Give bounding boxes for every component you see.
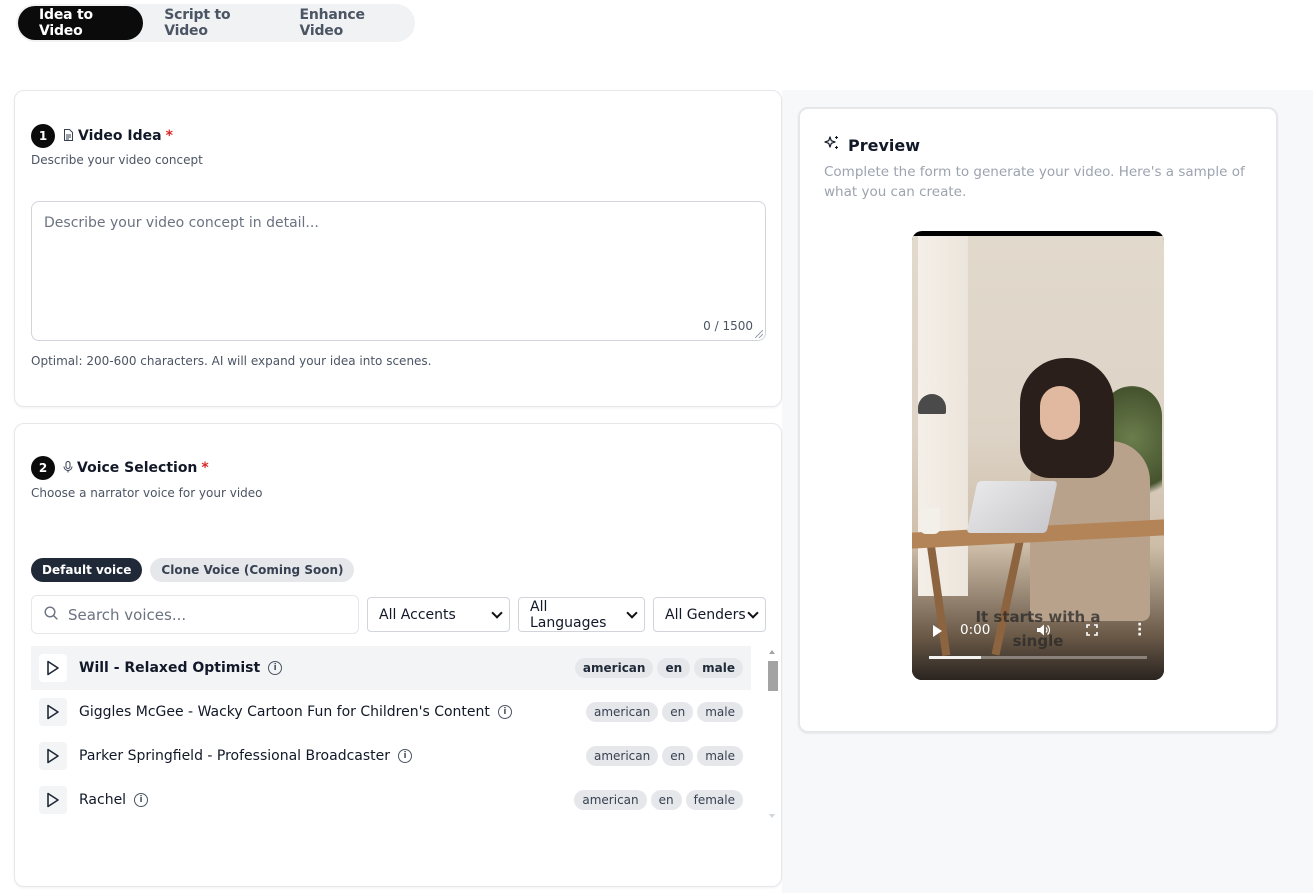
chevron-down-icon — [747, 606, 759, 619]
resize-handle[interactable] — [755, 330, 763, 338]
scroll-up-arrow-icon[interactable] — [769, 650, 775, 654]
voice-selection-header: 2 Voice Selection * — [31, 456, 209, 480]
play-icon — [47, 748, 59, 764]
search-placeholder: Search voices... — [68, 605, 187, 624]
textarea-placeholder: Describe your video concept in detail... — [44, 215, 319, 231]
gender-tag: male — [694, 658, 743, 678]
character-counter: 0 / 1500 — [703, 319, 753, 333]
video-idea-card: 1 Video Idea * Describe your video conce… — [14, 90, 782, 407]
voice-tags: american en female — [574, 790, 743, 810]
search-icon — [44, 605, 58, 624]
voice-name: Will - Relaxed Optimist — [79, 660, 261, 676]
voice-selection-card: 2 Voice Selection * Choose a narrator vo… — [14, 423, 782, 887]
language-filter-select[interactable]: All Languages — [518, 597, 645, 632]
voice-list-scrollbar[interactable] — [766, 646, 778, 822]
language-tag: en — [650, 790, 682, 810]
step-number: 2 — [31, 456, 55, 480]
scroll-down-arrow-icon[interactable] — [769, 814, 775, 818]
required-marker: * — [165, 128, 173, 144]
accent-filter-value: All Accents — [379, 606, 456, 623]
play-icon[interactable] — [933, 625, 942, 637]
preview-description: Complete the form to generate your video… — [824, 164, 1245, 200]
step-subtitle: Describe your video concept — [31, 153, 203, 167]
play-icon — [47, 704, 59, 720]
voice-type-tabs: Default voice Clone Voice (Coming Soon) — [31, 558, 355, 582]
chevron-down-icon — [491, 606, 503, 619]
video-progress-fill — [929, 656, 982, 659]
language-tag: en — [662, 702, 694, 722]
video-idea-textarea[interactable]: Describe your video concept in detail...… — [31, 201, 766, 341]
default-voice-tab[interactable]: Default voice — [31, 558, 143, 582]
voice-name: Rachel — [79, 792, 127, 808]
accent-filter-select[interactable]: All Accents — [367, 597, 510, 632]
video-progress-bar[interactable] — [929, 656, 1147, 659]
play-preview-button[interactable] — [39, 698, 67, 726]
tab-script-to-video[interactable]: Script to Video — [143, 6, 278, 40]
gender-tag: male — [697, 746, 743, 766]
info-icon[interactable]: i — [134, 793, 149, 807]
play-preview-button[interactable] — [39, 654, 67, 682]
voice-list-item[interactable]: Rachel i american en female — [31, 778, 751, 822]
info-icon[interactable]: i — [268, 661, 283, 675]
mode-tabs: Idea to Video Script to Video Enhance Vi… — [16, 4, 415, 42]
language-filter-value: All Languages — [530, 598, 607, 631]
play-icon — [47, 660, 59, 676]
play-preview-button[interactable] — [39, 742, 67, 770]
voice-search-input[interactable]: Search voices... — [31, 595, 359, 634]
volume-icon[interactable] — [1036, 623, 1050, 637]
preview-header: Preview — [824, 135, 920, 155]
video-scene-lamp — [918, 394, 946, 414]
required-marker: * — [201, 460, 209, 476]
gender-filter-value: All Genders — [665, 606, 746, 623]
preview-card: Preview Complete the form to generate yo… — [798, 107, 1278, 733]
video-scene-laptop — [966, 481, 1058, 533]
step-title: Video Idea — [78, 128, 162, 144]
voice-name: Giggles McGee - Wacky Cartoon Fun for Ch… — [79, 704, 490, 720]
accent-tag: american — [585, 746, 659, 766]
voice-tags: american en male — [585, 702, 743, 722]
scrollbar-thumb[interactable] — [768, 661, 778, 691]
info-icon[interactable]: i — [398, 749, 413, 763]
textarea-hint: Optimal: 200-600 characters. AI will exp… — [31, 354, 432, 368]
gender-tag: male — [697, 702, 743, 722]
voice-tags: american en male — [574, 658, 743, 678]
gender-filter-select[interactable]: All Genders — [653, 597, 766, 632]
video-idea-header: 1 Video Idea * — [31, 124, 173, 148]
more-options-icon[interactable]: · · · — [1137, 618, 1142, 642]
info-icon[interactable]: i — [497, 705, 512, 719]
sample-video-player[interactable]: It starts with a single 0:00 · · · — [912, 231, 1164, 680]
accent-tag: american — [574, 790, 647, 810]
tab-enhance-video[interactable]: Enhance Video — [278, 6, 413, 40]
language-tag: en — [657, 658, 691, 678]
voice-list-item[interactable]: Parker Springfield - Professional Broadc… — [31, 734, 751, 778]
play-preview-button[interactable] — [39, 786, 67, 814]
video-controls: 0:00 · · · — [912, 611, 1164, 651]
accent-tag: american — [585, 702, 659, 722]
voice-list: Will - Relaxed Optimist i american en ma… — [31, 646, 751, 822]
video-scene-cup — [920, 508, 940, 534]
tab-idea-to-video[interactable]: Idea to Video — [18, 6, 144, 40]
accent-tag: american — [574, 658, 654, 678]
step-title: Voice Selection — [77, 460, 198, 476]
language-tag: en — [662, 746, 694, 766]
gender-tag: female — [685, 790, 743, 810]
clone-voice-tab[interactable]: Clone Voice (Coming Soon) — [150, 558, 355, 582]
video-scene-person-face — [1040, 386, 1080, 440]
chevron-down-icon — [626, 606, 638, 619]
video-time: 0:00 — [960, 622, 991, 638]
step-number: 1 — [31, 124, 55, 148]
document-icon — [63, 128, 74, 144]
voice-list-item[interactable]: Giggles McGee - Wacky Cartoon Fun for Ch… — [31, 690, 751, 734]
microphone-icon — [63, 460, 73, 476]
sparkles-icon — [824, 135, 840, 155]
play-icon — [47, 792, 59, 808]
voice-tags: american en male — [585, 746, 743, 766]
voice-list-item[interactable]: Will - Relaxed Optimist i american en ma… — [31, 646, 751, 690]
voice-name: Parker Springfield - Professional Broadc… — [79, 748, 391, 764]
preview-title: Preview — [848, 135, 921, 155]
fullscreen-icon[interactable] — [1086, 624, 1098, 636]
step-subtitle: Choose a narrator voice for your video — [31, 486, 263, 500]
